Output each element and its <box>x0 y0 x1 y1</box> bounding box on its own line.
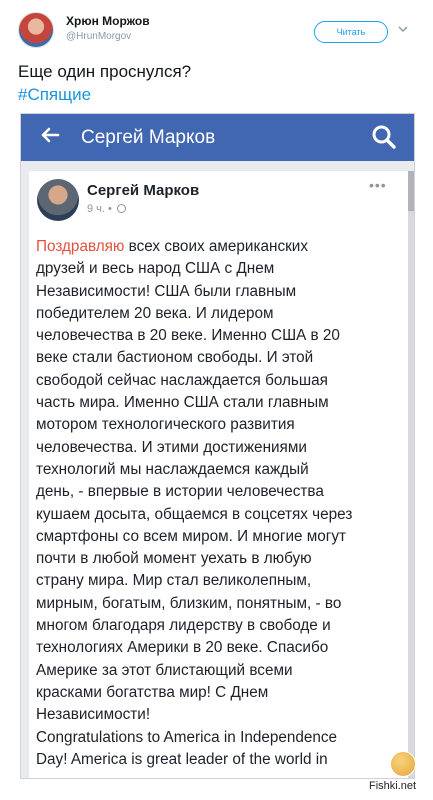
watermark-text: Fishki.net <box>369 780 417 792</box>
watermark-logo <box>390 751 416 777</box>
back-arrow-icon[interactable] <box>39 124 61 152</box>
chevron-down-icon[interactable] <box>398 24 408 34</box>
post-time: 9 ч. • <box>87 203 112 215</box>
facebook-top-bar: Сергей Марков <box>21 114 414 161</box>
embedded-screenshot: Сергей Марков Сергей Марков 9 ч. • ••• П… <box>20 113 415 779</box>
post-card: Сергей Марков 9 ч. • ••• Поздравляю всех… <box>29 171 414 778</box>
author-handle[interactable]: @HrunMorgov <box>66 31 131 42</box>
author-avatar[interactable] <box>18 12 54 48</box>
hashtag-link[interactable]: #Спящие <box>18 83 91 106</box>
follow-button[interactable]: Читать <box>314 21 388 43</box>
post-author[interactable]: Сергей Марков <box>87 182 199 199</box>
scrollbar-track[interactable] <box>408 171 414 778</box>
post-highlight-word: Поздравляю <box>36 238 125 255</box>
author-name[interactable]: Хрюн Моржов <box>66 14 150 28</box>
tweet-header: Хрюн Моржов @HrunMorgov Читать <box>0 0 433 58</box>
globe-icon <box>116 204 126 213</box>
post-avatar[interactable] <box>37 179 79 221</box>
post-meta: 9 ч. • <box>87 203 126 215</box>
post-body: Поздравляю всех своих американских друзе… <box>36 236 406 771</box>
post-body-text: всех своих американских друзей и весь на… <box>36 238 353 768</box>
tweet-text: Еще один проснулся? <box>18 62 192 81</box>
scrollbar-thumb[interactable] <box>408 171 414 211</box>
search-icon[interactable] <box>371 124 397 150</box>
page-title: Сергей Марков <box>81 127 216 148</box>
more-options-icon[interactable]: ••• <box>369 177 387 193</box>
